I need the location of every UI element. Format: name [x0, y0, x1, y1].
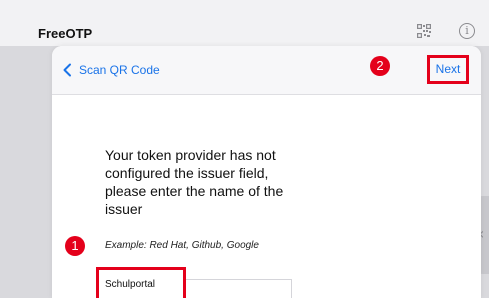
back-button-label: Scan QR Code [79, 63, 160, 77]
app-title: FreeOTP [38, 26, 93, 41]
issuer-prompt: Your token provider has not configured t… [105, 147, 284, 217]
issuer-field-border [186, 279, 292, 280]
next-button[interactable]: Next [427, 55, 469, 84]
sheet-header: Scan QR Code 2 Next [52, 46, 481, 95]
issuer-input[interactable] [105, 279, 185, 290]
qr-code-icon[interactable] [417, 24, 431, 38]
annotation-badge-1: 1 [65, 236, 85, 256]
issuer-field-highlight [96, 267, 186, 298]
issuer-field-border-right [291, 279, 292, 298]
issuer-sheet: Scan QR Code 2 Next Your token provider … [52, 46, 481, 298]
chevron-left-icon [63, 63, 71, 77]
issuer-example: Example: Red Hat, Github, Google [105, 240, 259, 251]
info-icon[interactable]: i [459, 23, 475, 39]
back-button[interactable]: Scan QR Code [62, 60, 160, 80]
annotation-badge-2: 2 [370, 56, 390, 76]
